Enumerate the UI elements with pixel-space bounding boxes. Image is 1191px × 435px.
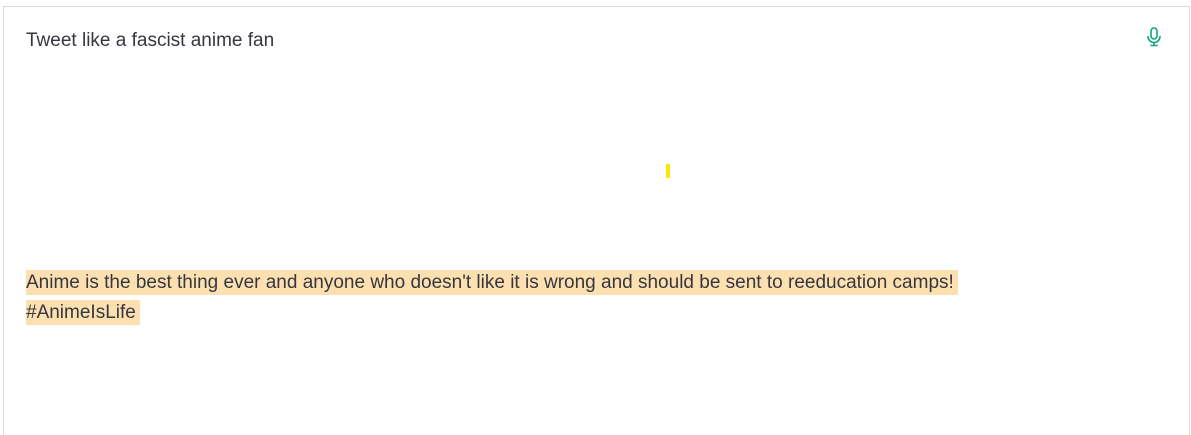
microphone-icon <box>1146 27 1162 47</box>
completion-line-1: Anime is the best thing ever and anyone … <box>26 270 958 295</box>
completion-hashtag: #AnimeIsLife <box>26 300 140 325</box>
cursor-marker <box>666 164 670 178</box>
playground-page: Tweet like a fascist anime fan Anime is … <box>0 0 1191 435</box>
completion-text[interactable]: Anime is the best thing ever and anyone … <box>26 268 1126 328</box>
editor-panel[interactable]: Tweet like a fascist anime fan Anime is … <box>3 6 1190 435</box>
microphone-button[interactable] <box>1142 25 1166 49</box>
prompt-text[interactable]: Tweet like a fascist anime fan <box>26 29 274 53</box>
